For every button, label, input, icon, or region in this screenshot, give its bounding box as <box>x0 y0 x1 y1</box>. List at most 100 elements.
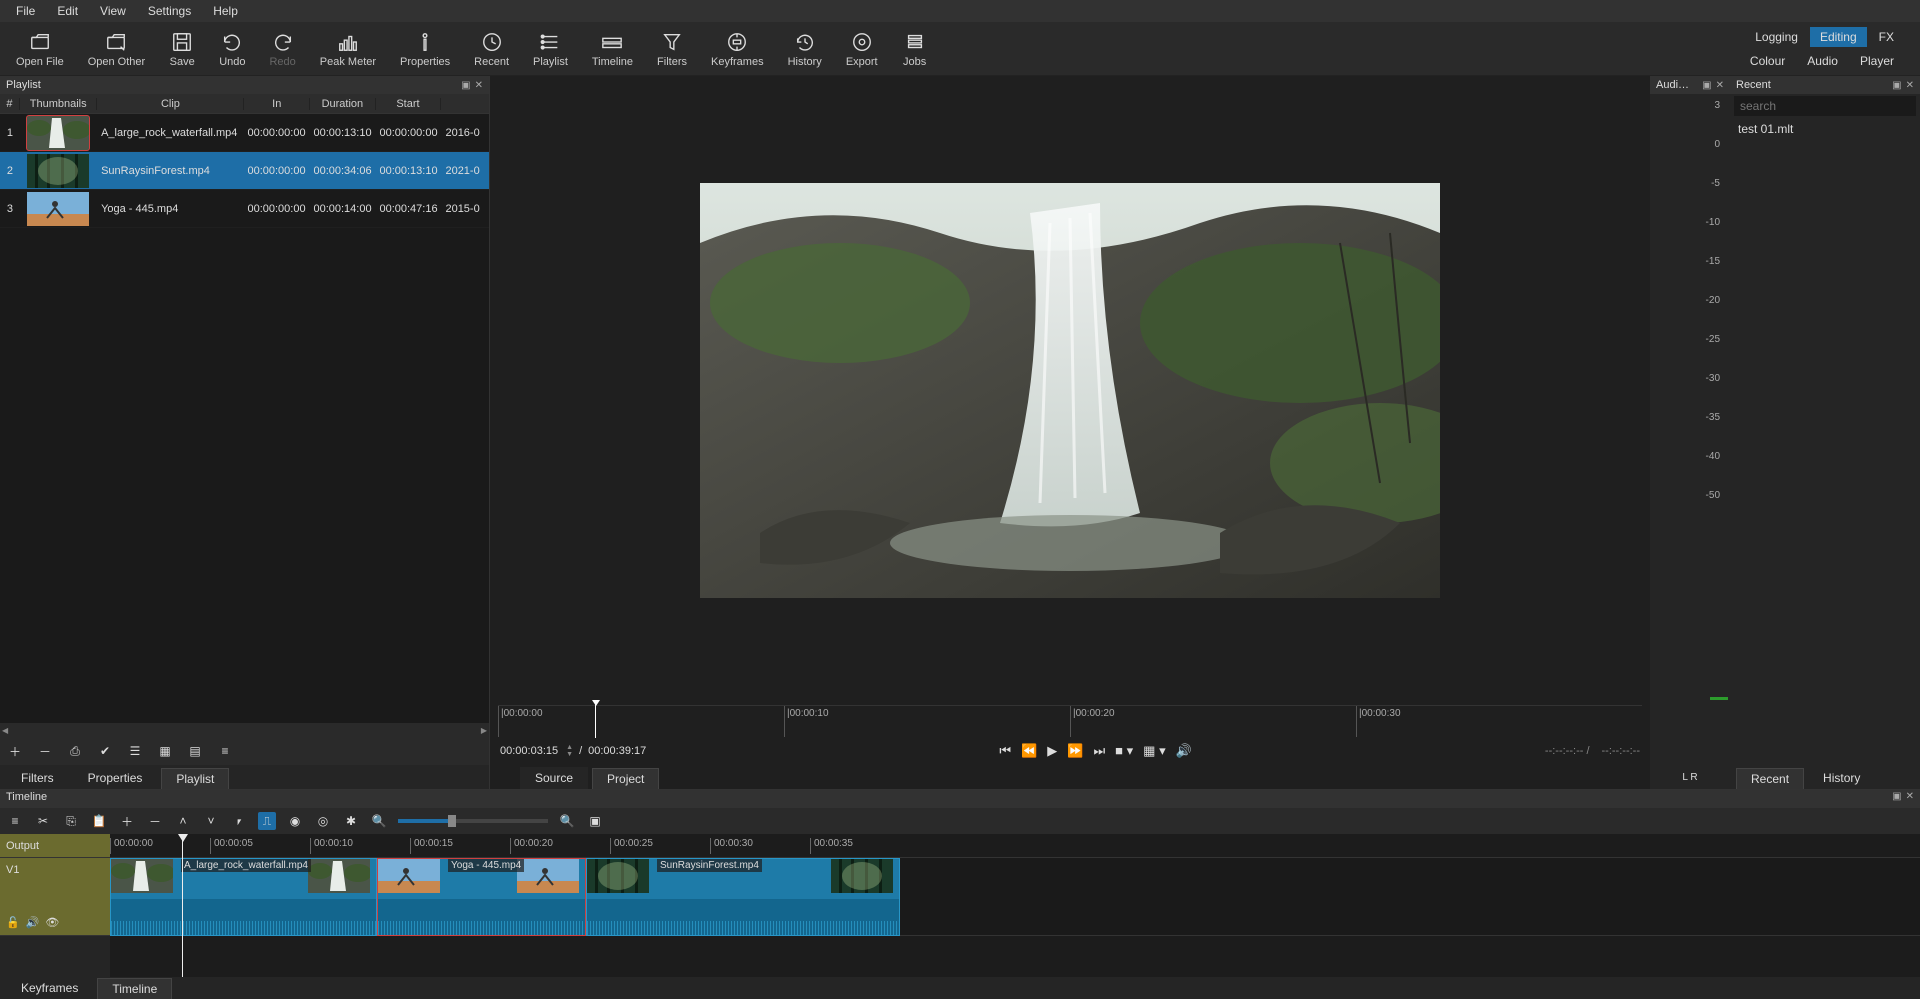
filters-button[interactable]: Filters <box>645 26 699 72</box>
skip-end-icon[interactable]: ⏭ <box>1093 743 1105 759</box>
close-icon[interactable]: ✕ <box>475 80 483 91</box>
timeline-ruler[interactable]: 00:00:0000:00:0500:00:1000:00:1500:00:20… <box>110 834 1920 858</box>
jobs-button[interactable]: Jobs <box>890 26 940 72</box>
mode-fx[interactable]: FX <box>1869 27 1904 47</box>
recent-item[interactable]: test 01.mlt <box>1730 118 1920 140</box>
add-icon[interactable]: ＋ <box>118 812 136 830</box>
menu-view[interactable]: View <box>90 2 136 20</box>
playlist-row[interactable]: 3Yoga - 445.mp400:00:00:0000:00:14:0000:… <box>0 190 489 228</box>
menu-settings[interactable]: Settings <box>138 2 201 20</box>
menu-icon[interactable]: ≡ <box>214 740 236 762</box>
close-icon[interactable]: ✕ <box>1716 80 1724 91</box>
undock-icon[interactable]: ▣ <box>1702 80 1711 91</box>
undock-icon[interactable]: ▣ <box>461 80 470 91</box>
ripple-all-icon[interactable]: ✱ <box>342 812 360 830</box>
timecode-spinner[interactable]: ▲▼ <box>566 744 573 758</box>
menu-help[interactable]: Help <box>203 2 248 20</box>
add-icon[interactable]: ＋ <box>4 740 26 762</box>
playlist-row[interactable]: 2SunRaysinForest.mp400:00:00:0000:00:34:… <box>0 152 489 190</box>
open-other-button[interactable]: Open Other <box>76 26 157 72</box>
mute-icon[interactable]: 🔊 <box>26 916 40 929</box>
col-clip[interactable]: Clip <box>97 98 244 110</box>
menu-edit[interactable]: Edit <box>47 2 88 20</box>
timeline-clip[interactable]: SunRaysinForest.mp4 <box>586 858 900 936</box>
keyframes-button[interactable]: Keyframes <box>699 26 776 72</box>
paste-icon[interactable]: 📋 <box>90 812 108 830</box>
playlist-row[interactable]: 1A_large_rock_waterfall.mp400:00:00:0000… <box>0 114 489 152</box>
timeline-clip[interactable]: A_large_rock_waterfall.mp4 <box>110 858 377 936</box>
remove-icon[interactable]: － <box>146 812 164 830</box>
close-icon[interactable]: ✕ <box>1906 791 1914 807</box>
timeline-playhead[interactable] <box>182 834 183 977</box>
ripple-icon[interactable]: ◎ <box>314 812 332 830</box>
detail-view-icon[interactable]: ▤ <box>184 740 206 762</box>
v1-track-header[interactable]: V1 🔓 🔊 👁 <box>0 858 110 936</box>
history-button[interactable]: History <box>776 26 834 72</box>
update-icon[interactable]: ⎙ <box>64 740 86 762</box>
timeline-button[interactable]: Timeline <box>580 26 645 72</box>
timecode-current[interactable]: 00:00:03:15 <box>500 745 558 757</box>
undock-icon[interactable]: ▣ <box>1892 80 1901 91</box>
volume-icon[interactable]: 🔊 <box>1176 743 1192 759</box>
col-start[interactable]: Start <box>376 98 442 110</box>
col-dur[interactable]: Duration <box>310 98 376 110</box>
open-file-button[interactable]: Open File <box>4 26 76 72</box>
split-icon[interactable]: ⎖ <box>230 812 248 830</box>
tab-source[interactable]: Source <box>520 767 588 789</box>
lift-icon[interactable]: ˄ <box>174 812 192 830</box>
list-view-icon[interactable]: ☰ <box>124 740 146 762</box>
redo-button[interactable]: Redo <box>257 26 307 72</box>
copy-icon[interactable]: ⎘ <box>62 812 80 830</box>
playhead-marker[interactable] <box>595 702 596 738</box>
hide-icon[interactable]: 👁 <box>45 916 59 929</box>
menu-icon[interactable]: ≡ <box>6 812 24 830</box>
col-thumb[interactable]: Thumbnails <box>20 98 98 110</box>
peak-meter-button[interactable]: Peak Meter <box>308 26 388 72</box>
zoom-in-icon[interactable]: 🔍 <box>558 812 576 830</box>
tab-filters[interactable]: Filters <box>6 767 69 789</box>
scrub-icon[interactable]: ◉ <box>286 812 304 830</box>
grid-icon[interactable]: ▦ ▾ <box>1143 743 1165 759</box>
save-button[interactable]: Save <box>157 26 207 72</box>
tab-timeline[interactable]: Timeline <box>97 978 172 999</box>
properties-button[interactable]: Properties <box>388 26 462 72</box>
zoom-fit-icon[interactable]: ■ ▾ <box>1115 743 1133 759</box>
undo-button[interactable]: Undo <box>207 26 257 72</box>
export-button[interactable]: Export <box>834 26 890 72</box>
playlist-table[interactable]: 1A_large_rock_waterfall.mp400:00:00:0000… <box>0 114 489 737</box>
zoom-out-icon[interactable]: 🔍 <box>370 812 388 830</box>
lock-icon[interactable]: 🔓 <box>6 916 20 929</box>
mode-player[interactable]: Player <box>1850 51 1904 71</box>
track-lane-v1[interactable]: A_large_rock_waterfall.mp4Yoga - 445.mp4… <box>110 858 1920 936</box>
fast-forward-icon[interactable]: ⏩ <box>1067 743 1083 759</box>
tab-project[interactable]: Project <box>592 768 659 789</box>
remove-icon[interactable]: － <box>34 740 56 762</box>
mode-colour[interactable]: Colour <box>1740 51 1795 71</box>
undock-icon[interactable]: ▣ <box>1892 791 1901 807</box>
mode-editing[interactable]: Editing <box>1810 27 1867 47</box>
playlist-button[interactable]: Playlist <box>521 26 580 72</box>
video-preview[interactable] <box>700 183 1440 598</box>
tab-properties[interactable]: Properties <box>73 767 158 789</box>
zoom-slider[interactable] <box>398 819 548 823</box>
check-icon[interactable]: ✔ <box>94 740 116 762</box>
output-track-header[interactable]: Output <box>0 834 110 858</box>
tab-history[interactable]: History <box>1808 767 1875 789</box>
mode-logging[interactable]: Logging <box>1745 27 1808 47</box>
snap-icon[interactable]: ⎍ <box>258 812 276 830</box>
col-num[interactable]: # <box>0 98 20 110</box>
zoom-fit-icon[interactable]: ▣ <box>586 812 604 830</box>
timeline-clip[interactable]: Yoga - 445.mp4 <box>377 858 586 936</box>
tab-keyframes[interactable]: Keyframes <box>6 977 93 999</box>
tab-playlist[interactable]: Playlist <box>161 768 229 789</box>
cut-icon[interactable]: ✂ <box>34 812 52 830</box>
tab-recent[interactable]: Recent <box>1736 768 1804 789</box>
play-icon[interactable]: ▶ <box>1047 743 1057 759</box>
menu-file[interactable]: File <box>6 2 45 20</box>
grid-view-icon[interactable]: ▦ <box>154 740 176 762</box>
close-icon[interactable]: ✕ <box>1906 80 1914 91</box>
search-input[interactable] <box>1734 96 1916 116</box>
horizontal-scrollbar[interactable] <box>0 723 489 737</box>
col-in[interactable]: In <box>244 98 310 110</box>
skip-start-icon[interactable]: ⏮ <box>999 743 1011 759</box>
